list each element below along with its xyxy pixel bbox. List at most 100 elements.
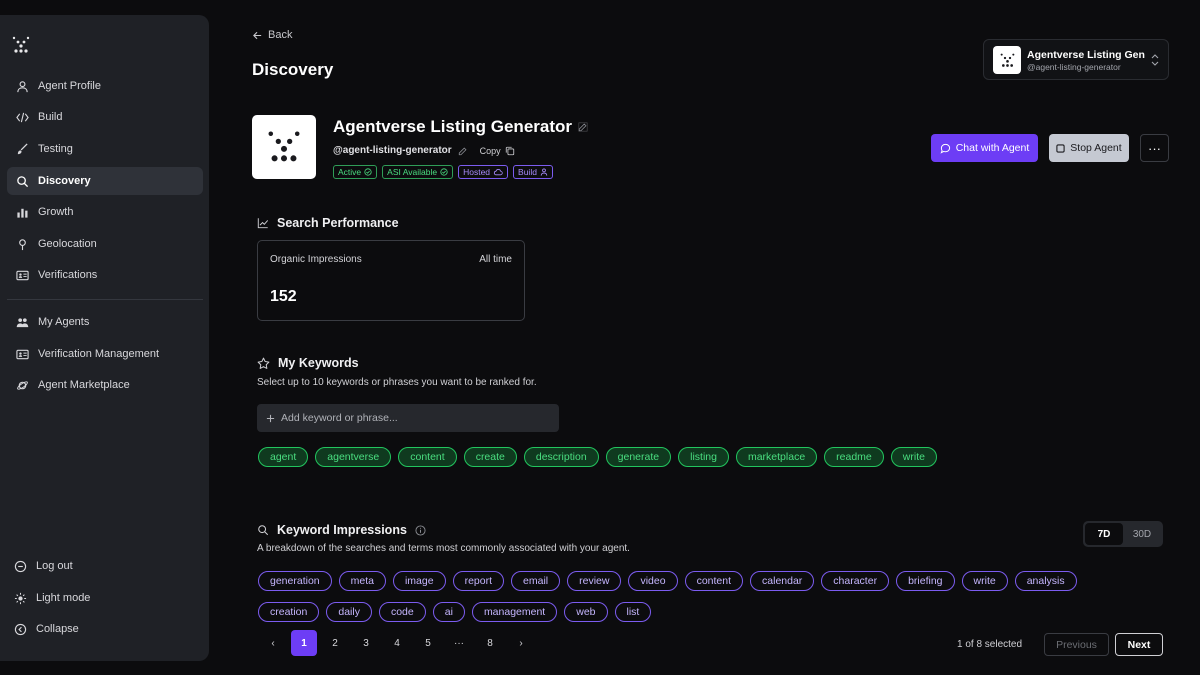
sidebar-item-collapse[interactable]: Collapse [7, 615, 203, 643]
keyword-chip[interactable]: marketplace [735, 447, 818, 467]
previous-button[interactable]: Previous [1044, 633, 1109, 656]
sidebar-item-growth[interactable]: Growth [7, 198, 203, 226]
keyword-chip[interactable]: create [463, 447, 517, 467]
sun-icon [13, 591, 27, 605]
keyword-chip[interactable]: generate [605, 447, 672, 467]
keyword-chip[interactable]: content [398, 447, 457, 467]
impression-chips-row-2: creation daily code ai management web list [258, 602, 652, 622]
keyword-chip[interactable]: calendar [750, 571, 815, 591]
keyword-chip[interactable]: description [523, 447, 599, 467]
page-number[interactable]: 3 [353, 630, 379, 656]
keyword-chip[interactable]: write [961, 571, 1008, 591]
card-label: Organic Impressions [270, 254, 362, 265]
range-option-7d[interactable]: 7D [1085, 523, 1123, 545]
page-number[interactable]: 4 [384, 630, 410, 656]
add-keyword-input[interactable]: Add keyword or phrase... [257, 404, 559, 432]
sidebar-item-log-out[interactable]: Log out [7, 552, 203, 580]
chat-with-agent-button[interactable]: Chat with Agent [931, 134, 1038, 162]
edit-icon[interactable] [458, 146, 468, 156]
status-badge-active: Active [333, 165, 378, 179]
sidebar-item-agent-marketplace[interactable]: Agent Marketplace [7, 371, 203, 399]
chevron-up-down-icon [1150, 53, 1160, 67]
collapse-icon [13, 622, 27, 636]
sidebar-item-my-agents[interactable]: My Agents [7, 308, 203, 336]
agent-handle: @agent-listing-generator [333, 145, 452, 156]
copy-label: Copy [479, 145, 501, 156]
sidebar-item-testing[interactable]: Testing [7, 135, 203, 163]
page-number[interactable]: 1 [291, 630, 317, 656]
fetch-logo-icon[interactable] [12, 36, 30, 54]
user-icon [15, 79, 29, 93]
page-prev-arrow[interactable]: ‹ [260, 630, 286, 656]
keyword-chip[interactable]: briefing [896, 571, 955, 591]
range-option-30d[interactable]: 30D [1123, 523, 1161, 545]
keyword-chip[interactable]: meta [338, 571, 386, 591]
keyword-chip[interactable]: content [684, 571, 744, 591]
star-icon [257, 357, 270, 370]
section-title: My Keywords [278, 356, 359, 370]
keyword-chip[interactable]: character [821, 571, 890, 591]
keyword-chip[interactable]: agentverse [315, 447, 392, 467]
id-card-icon [15, 268, 29, 282]
sidebar-item-label: Agent Marketplace [38, 379, 130, 391]
agent-switcher[interactable]: Agentverse Listing Gen @agent-listing-ge… [983, 39, 1169, 80]
keyword-chip[interactable]: ai [432, 602, 465, 622]
next-button[interactable]: Next [1115, 633, 1163, 656]
planet-icon [15, 378, 29, 392]
sidebar-item-label: Testing [38, 143, 73, 155]
keyword-chip[interactable]: analysis [1014, 571, 1077, 591]
edit-icon[interactable] [578, 122, 588, 132]
card-value: 152 [270, 288, 297, 305]
sidebar-item-agent-profile[interactable]: Agent Profile [7, 72, 203, 100]
map-pin-icon [15, 237, 29, 251]
sidebar-item-build[interactable]: Build [7, 103, 203, 131]
sidebar-item-verifications[interactable]: Verifications [7, 261, 203, 289]
more-options-button[interactable]: ··· [1140, 134, 1169, 162]
keyword-chip[interactable]: listing [678, 447, 729, 467]
sidebar-item-label: Growth [38, 206, 74, 218]
keyword-chip[interactable]: web [564, 602, 608, 622]
back-label: Back [268, 29, 293, 41]
sidebar-item-verification-management[interactable]: Verification Management [7, 340, 203, 368]
keyword-chip[interactable]: readme [824, 447, 884, 467]
sidebar-item-label: Build [38, 111, 63, 123]
page-number[interactable]: 2 [322, 630, 348, 656]
page-number[interactable]: 5 [415, 630, 441, 656]
keyword-chip[interactable]: creation [258, 602, 320, 622]
sidebar-item-label: Light mode [36, 592, 91, 604]
keyword-chip[interactable]: email [511, 571, 561, 591]
keyword-chip[interactable]: list [614, 602, 652, 622]
back-link[interactable]: Back [252, 29, 292, 41]
copy-button[interactable]: Copy [480, 146, 515, 156]
keyword-chip[interactable]: report [452, 571, 505, 591]
page-ellipsis: ··· [454, 637, 464, 649]
page-number[interactable]: 8 [477, 630, 503, 656]
selected-count: 1 of 8 selected [957, 639, 1023, 650]
sidebar-item-geolocation[interactable]: Geolocation [7, 230, 203, 258]
sidebar-item-label: Collapse [36, 623, 79, 635]
keyword-chip[interactable]: agent [258, 447, 309, 467]
keyword-chip[interactable]: video [628, 571, 678, 591]
page-next-arrow[interactable]: › [508, 630, 534, 656]
section-subtitle: A breakdown of the searches and terms mo… [257, 543, 630, 554]
my-keywords-chips: agent agentverse content create description g… [258, 447, 937, 467]
sidebar-item-light-mode[interactable]: Light mode [7, 584, 203, 612]
pagination: ‹ 1 2 3 4 5 ··· 8 › [260, 630, 539, 656]
card-range: All time [479, 254, 512, 265]
sidebar-item-label: Discovery [38, 175, 91, 187]
keyword-chip[interactable]: review [567, 571, 622, 591]
keyword-chip[interactable]: management [471, 602, 558, 622]
info-icon[interactable] [415, 524, 426, 536]
keyword-chip[interactable]: daily [326, 602, 372, 622]
keyword-chip[interactable]: code [378, 602, 426, 622]
status-badge-hosted: Hosted [458, 165, 509, 179]
agent-logo-icon [993, 46, 1021, 74]
page-title: Discovery [252, 60, 334, 79]
stop-agent-button[interactable]: Stop Agent [1049, 134, 1129, 162]
keyword-chip[interactable]: generation [258, 571, 332, 591]
sidebar-item-discovery[interactable]: Discovery [7, 167, 203, 195]
keyword-chip[interactable]: write [890, 447, 937, 467]
keyword-chip[interactable]: image [392, 571, 446, 591]
code-icon [15, 110, 29, 124]
sidebar-item-label: Log out [36, 560, 73, 572]
